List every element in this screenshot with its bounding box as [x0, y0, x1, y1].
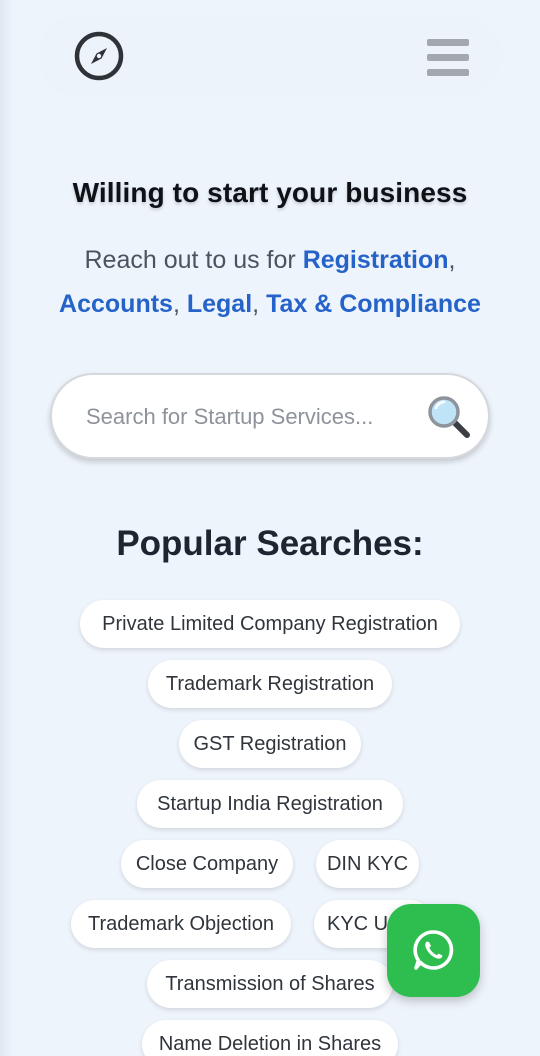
whatsapp-icon	[413, 930, 454, 970]
separator: ,	[448, 246, 456, 274]
chip-trademark-objection[interactable]: Trademark Objection	[71, 900, 291, 948]
chip-private-limited-registration[interactable]: Private Limited Company Registration	[80, 600, 460, 648]
chip-name-deletion-in-shares[interactable]: Name Deletion in Shares	[142, 1020, 398, 1056]
search-input[interactable]	[86, 395, 406, 439]
hero-subline: Reach out to us for Registration, Accoun…	[40, 238, 500, 326]
service-link-tax-compliance[interactable]: Tax & Compliance	[266, 290, 481, 318]
chip-transmission-of-shares[interactable]: Transmission of Shares	[147, 960, 393, 1008]
hero-headline: Willing to start your business	[72, 177, 468, 208]
page: Willing to start your business Reach out…	[0, 0, 540, 1056]
hamburger-menu-icon[interactable]	[424, 36, 472, 80]
compass-icon[interactable]	[74, 31, 124, 81]
service-link-registration[interactable]: Registration	[303, 246, 449, 274]
chip-startup-india-registration[interactable]: Startup India Registration	[137, 780, 403, 828]
popular-searches-title: Popular Searches:	[116, 524, 424, 563]
whatsapp-button[interactable]	[387, 904, 480, 997]
service-link-legal[interactable]: Legal	[187, 290, 252, 318]
subline-prefix: Reach out to us for	[84, 246, 303, 274]
chip-close-company[interactable]: Close Company	[121, 840, 293, 888]
chip-trademark-registration[interactable]: Trademark Registration	[148, 660, 392, 708]
chip-gst-registration[interactable]: GST Registration	[179, 720, 361, 768]
magnifier-icon[interactable]	[426, 394, 472, 440]
service-link-accounts[interactable]: Accounts	[59, 290, 173, 318]
separator: ,	[172, 290, 187, 318]
separator: ,	[252, 290, 267, 318]
chip-din-kyc[interactable]: DIN KYC	[316, 840, 419, 888]
search-bar	[50, 373, 490, 459]
